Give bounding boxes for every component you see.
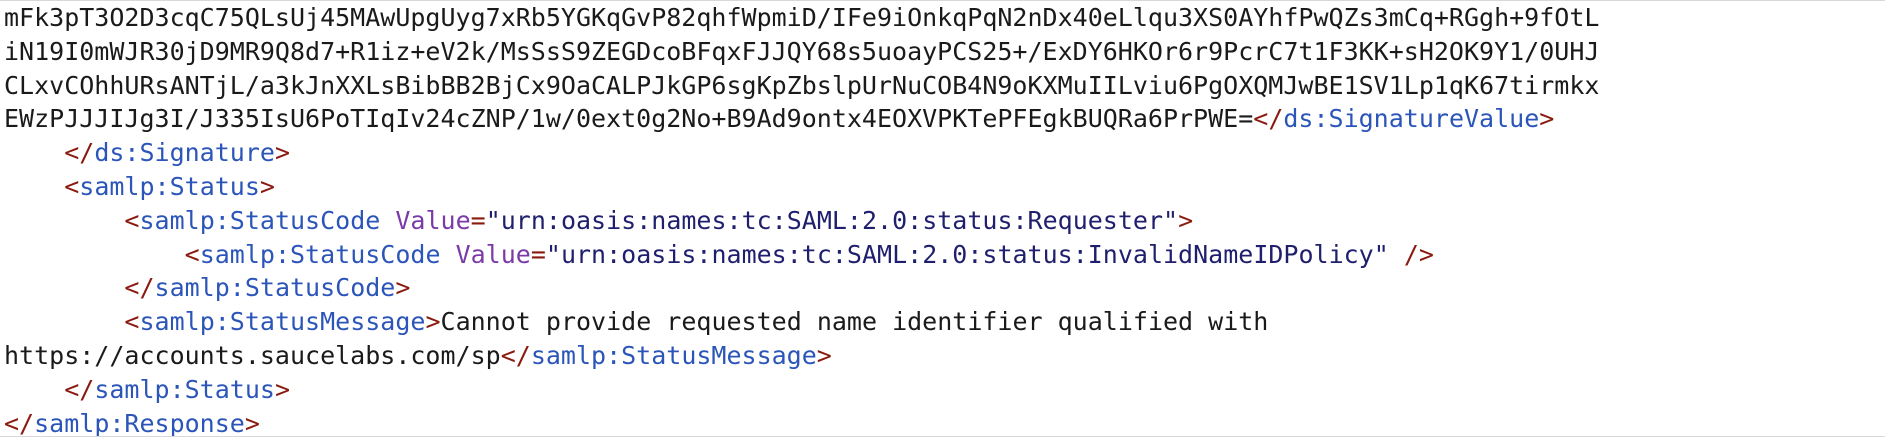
text-content: https://accounts.saucelabs.com/sp [4,340,501,370]
bracket: = [470,205,486,235]
bracket: < [124,307,140,337]
tag-name: samlp:StatusCode [154,273,396,303]
tag-name: samlp:StatusMessage [530,340,817,370]
bracket: </ [124,273,155,303]
tag-name: samlp:Status [94,374,275,404]
attribute-name: Value [395,205,471,235]
bracket: > [274,138,291,168]
code-line: </samlp:Response> [4,407,1599,437]
tag-name: samlp:StatusCode [199,239,441,269]
text-content [380,206,395,235]
code-line: </samlp:Status> [4,373,1599,407]
text-content: iN19I0mWJR30jD9MR9Q8d7+R1iz+eV2k/MsSsS9Z… [4,36,1600,66]
tag-name: samlp:Status [79,171,260,201]
attribute-value: "urn:oasis:names:tc:SAML:2.0:status:Inva… [545,239,1389,269]
code-line: EWzPJJJIJg3I/J335IsU6PoTIqIv24cZNP/1w/0e… [4,102,1599,136]
tag-name: samlp:StatusCode [139,205,381,235]
bracket: </ [64,374,95,404]
bracket: </ [500,340,531,370]
bracket: > [816,340,832,370]
code-line: <samlp:StatusCode Value="urn:oasis:names… [4,238,1599,272]
bracket: > [259,171,275,201]
bracket: = [530,239,546,269]
tag-name: samlp:StatusMessage [139,307,426,337]
xml-source-viewer: mFk3pT3O2D3cqC75QLsUj45MAwUpgUyg7xRb5YGK… [0,0,1885,437]
text-content [1389,240,1404,269]
attribute-value: "urn:oasis:names:tc:SAML:2.0:status:Requ… [485,205,1179,235]
bracket: /> [1403,239,1434,269]
bracket: < [124,205,140,235]
code-line: iN19I0mWJR30jD9MR9Q8d7+R1iz+eV2k/MsSsS9Z… [4,35,1599,69]
bracket: > [1539,104,1555,134]
bracket: > [244,408,260,437]
tag-name: ds:SignatureValue [1283,104,1540,134]
text-content: mFk3pT3O2D3cqC75QLsUj45MAwUpgUyg7xRb5YGK… [4,3,1600,32]
bracket: </ [64,138,95,168]
bracket: </ [4,408,35,437]
bracket: > [274,374,291,404]
bracket: </ [1253,104,1284,134]
code-line: CLxvCOhhURsANTjL/a3kJnXXLsBibBB2BjCx9OaC… [4,69,1599,103]
bracket: < [64,171,80,201]
attribute-name: Value [455,239,531,269]
text-content [441,240,456,269]
bracket: < [184,239,200,269]
tag-name: ds:Signature [94,138,275,168]
code-line: mFk3pT3O2D3cqC75QLsUj45MAwUpgUyg7xRb5YGK… [4,1,1599,35]
text-content: CLxvCOhhURsANTjL/a3kJnXXLsBibBB2BjCx9OaC… [4,70,1600,100]
code-line: <samlp:Status> [4,170,1599,204]
code-line: <samlp:StatusCode Value="urn:oasis:names… [4,204,1599,238]
text-content: Cannot provide requested name identifier… [440,307,1269,337]
tag-name: samlp:Response [34,408,245,437]
bracket: > [395,273,411,303]
bracket: > [1178,205,1194,235]
code-line: </samlp:StatusCode> [4,271,1599,305]
code-line: <samlp:StatusMessage>Cannot provide requ… [4,305,1599,339]
code-line: https://accounts.saucelabs.com/sp</samlp… [4,339,1599,373]
text-content: EWzPJJJIJg3I/J335IsU6PoTIqIv24cZNP/1w/0e… [4,104,1254,134]
bracket: > [425,307,441,337]
xml-code-block: mFk3pT3O2D3cqC75QLsUj45MAwUpgUyg7xRb5YGK… [4,1,1599,437]
code-line: </ds:Signature> [4,136,1599,170]
